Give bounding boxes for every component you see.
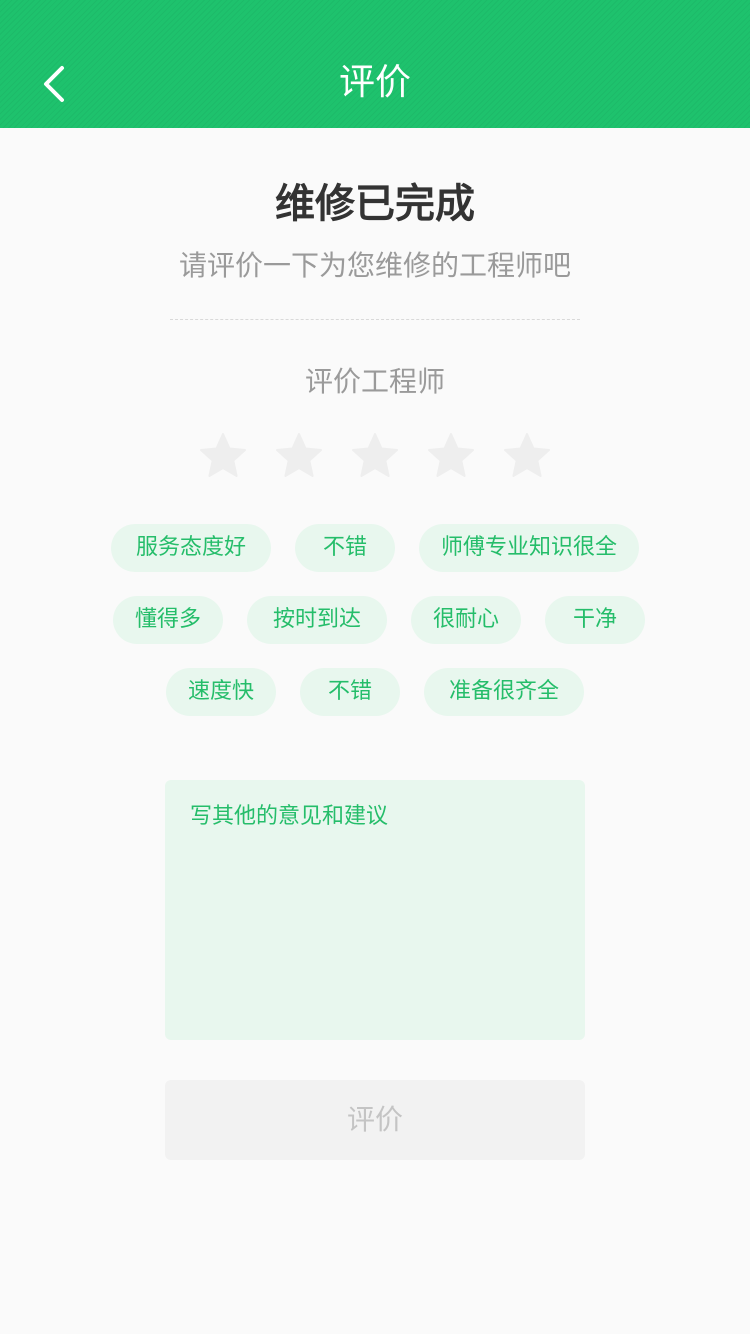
completion-title: 维修已完成	[275, 181, 475, 227]
star-icon	[428, 433, 474, 477]
star-1-button[interactable]	[199, 432, 247, 480]
tag-chip[interactable]: 懂得多	[113, 596, 223, 644]
star-icon	[352, 433, 398, 477]
tag-chip[interactable]: 干净	[545, 596, 645, 644]
rate-engineer-label: 评价工程师	[304, 365, 445, 398]
page-title: 评价	[338, 62, 411, 103]
tag-chip[interactable]: 不错	[295, 524, 395, 572]
completion-subtitle: 请评价一下为您维修的工程师吧	[178, 249, 571, 282]
star-icon	[276, 433, 322, 477]
tag-chip[interactable]: 按时到达	[247, 596, 387, 644]
tag-chip[interactable]: 速度快	[166, 668, 276, 716]
star-3-button[interactable]	[351, 432, 399, 480]
tag-chip[interactable]: 很耐心	[411, 596, 521, 644]
star-icon	[200, 433, 246, 477]
star-icon	[504, 433, 550, 477]
comment-placeholder: 写其他的意见和建议	[190, 804, 389, 829]
tag-chip[interactable]: 不错	[300, 668, 400, 716]
tag-chip[interactable]: 准备很齐全	[424, 668, 584, 716]
star-4-button[interactable]	[427, 432, 475, 480]
dashed-divider	[170, 319, 580, 320]
tag-chip[interactable]: 服务态度好	[111, 524, 271, 572]
submit-button[interactable]: 评价	[165, 1080, 585, 1160]
star-rating	[0, 432, 750, 480]
star-5-button[interactable]	[503, 432, 551, 480]
star-2-button[interactable]	[275, 432, 323, 480]
comment-input[interactable]: 写其他的意见和建议	[165, 780, 585, 1040]
nav-bar: 评价	[0, 0, 750, 128]
tag-chip[interactable]: 师傅专业知识很全	[419, 524, 639, 572]
